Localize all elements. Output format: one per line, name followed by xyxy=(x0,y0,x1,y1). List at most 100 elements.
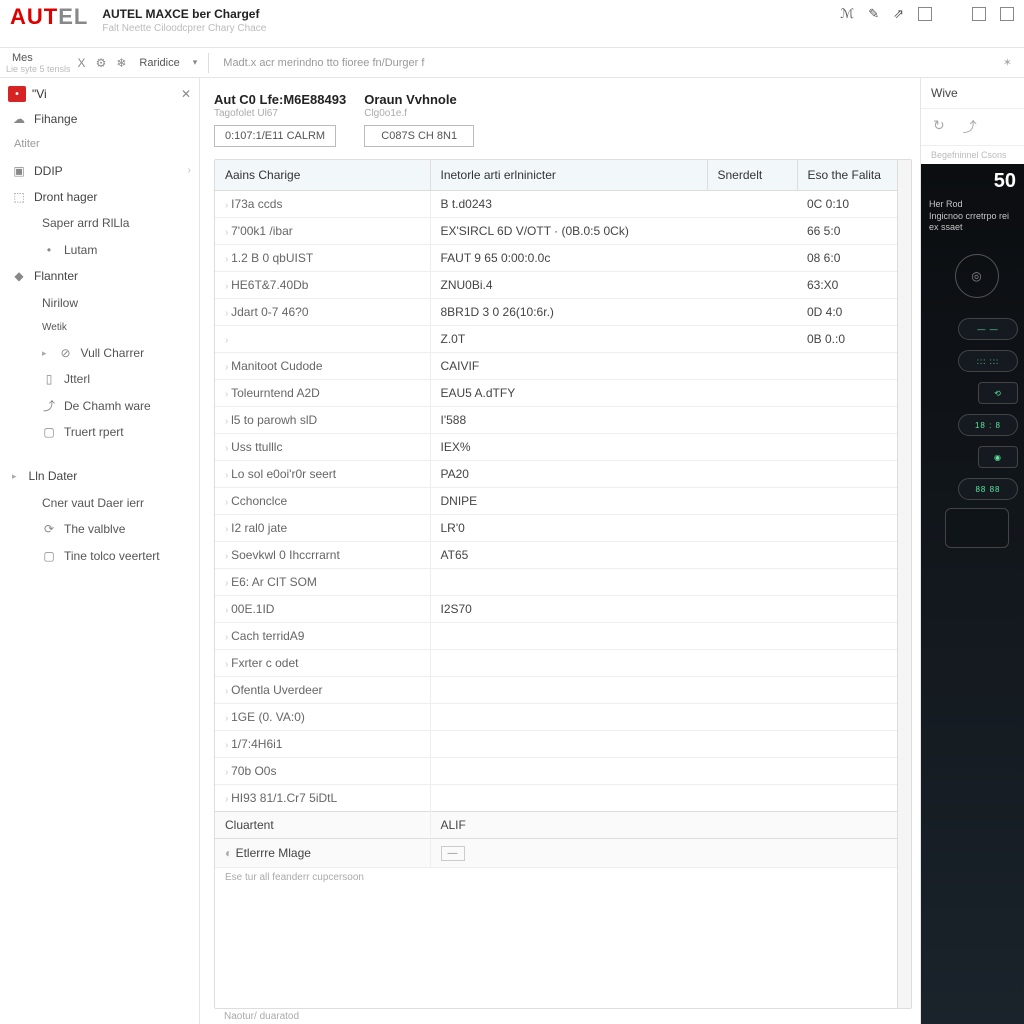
tool-gear-icon[interactable]: ⚙ xyxy=(93,56,110,70)
table-row[interactable]: Uss ttulllcIEX% xyxy=(215,433,897,460)
cell xyxy=(707,298,797,325)
sidebar-item-icon: ☁ xyxy=(12,112,26,126)
sidebar-item-icon: • xyxy=(42,243,56,257)
device-value: 50 xyxy=(929,170,1024,193)
tool-x-icon[interactable]: X xyxy=(75,56,89,70)
col-header[interactable]: Eso the Falita xyxy=(797,160,897,191)
table-row[interactable]: Manitoot CudodeCAIVIF xyxy=(215,352,897,379)
table-row[interactable]: Fxrter c odet xyxy=(215,649,897,676)
table-scrollbar[interactable] xyxy=(897,160,911,1008)
signal-icon[interactable]: ⇗ xyxy=(893,6,904,22)
col-header[interactable]: Inetorle arti erlninicter xyxy=(430,160,707,191)
table-row[interactable]: E6: Ar CIT SOM xyxy=(215,568,897,595)
cell: IEX% xyxy=(430,433,707,460)
cell xyxy=(707,487,797,514)
right-panel-title: Wive xyxy=(921,78,1024,109)
device-button-5[interactable]: ◉ xyxy=(978,446,1018,468)
cell: 0D 4:0 xyxy=(797,298,897,325)
footer-icon: ◐ xyxy=(225,846,236,860)
window-restore-button[interactable] xyxy=(972,7,986,21)
window-title: AUTEL MAXCE ber Chargef xyxy=(102,6,840,22)
title-bar: AUTEL AUTEL MAXCE ber Chargef Falt Neett… xyxy=(0,0,1024,48)
table-row[interactable]: I2 ral0 jateLR'0 xyxy=(215,514,897,541)
cell xyxy=(215,325,430,352)
sidebar-item-5: •Lutam xyxy=(0,237,199,263)
table-row[interactable]: Ofentla Uverdeer xyxy=(215,676,897,703)
sidebar-item-label: Saper arrd RlLla xyxy=(42,216,129,230)
window-close-button[interactable] xyxy=(1000,7,1014,21)
col-header[interactable]: Aains Charige xyxy=(215,160,430,191)
cell: I2S70 xyxy=(430,595,707,622)
table-row[interactable]: 1GE (0. VA:0) xyxy=(215,703,897,730)
device-button-4[interactable]: 18 : 8 xyxy=(958,414,1018,436)
table-row[interactable]: HI93 81/1.Cr7 5iDtL xyxy=(215,784,897,811)
sidebar-item-3[interactable]: ⬚Dront hager xyxy=(0,184,199,210)
footer-label: Cluartent xyxy=(215,811,430,838)
card-button[interactable]: C087S CH 8N1 xyxy=(364,125,474,147)
table-row[interactable]: CchonclceDNIPE xyxy=(215,487,897,514)
table-row[interactable]: 1.2 B 0 qbUISTFAUT 9 65 0:00:0.0c08 6:0 xyxy=(215,244,897,271)
device-knob[interactable] xyxy=(945,508,1009,548)
sidebar-item-11[interactable]: ⤴De Chamh ware xyxy=(0,393,199,419)
cell xyxy=(797,676,897,703)
table-row[interactable]: HE6T&7.40DbZNU0Bi.463:X0 xyxy=(215,271,897,298)
card-title: Aut C0 Lfe:M6E88493 xyxy=(214,92,346,108)
cell xyxy=(430,784,707,811)
device-preview: 50 Her Rod Ingicnoo crretrpo rei ex ssae… xyxy=(921,164,1024,1024)
cell xyxy=(797,757,897,784)
cell: Lo sol e0oi'r0r seert xyxy=(215,460,430,487)
cell: Soevkwl 0 Ihccrrarnt xyxy=(215,541,430,568)
card-button[interactable]: 0:107:1/E11 CALRM xyxy=(214,125,336,147)
sidebar-item-icon: ⊘ xyxy=(59,346,73,360)
chevron-down-icon[interactable]: ▾ xyxy=(190,57,201,68)
device-button-6[interactable]: 88 88 xyxy=(958,478,1018,500)
sidebar-item-9[interactable]: ▸⊘Vull Charrer xyxy=(0,340,199,366)
share-icon[interactable]: ⤴ xyxy=(963,117,977,137)
sidebar-item-label: Vull Charrer xyxy=(81,346,145,360)
cell xyxy=(797,379,897,406)
sidebar-item-0[interactable]: ☁Fihange xyxy=(0,106,199,132)
script-icon[interactable]: ℳ xyxy=(840,6,854,22)
device-button-1[interactable]: — — xyxy=(958,318,1018,340)
sidebar-item-2[interactable]: ▣DDIP› xyxy=(0,158,199,184)
tool-snow-icon[interactable]: ❄ xyxy=(113,56,129,70)
cell: AT65 xyxy=(430,541,707,568)
cell xyxy=(430,757,707,784)
table-row[interactable]: 1/7:4H6i1 xyxy=(215,730,897,757)
table-row[interactable]: Soevkwl 0 IhccrrarntAT65 xyxy=(215,541,897,568)
table-row[interactable]: 00E.1IDI2S70 xyxy=(215,595,897,622)
sidebar-item-15[interactable]: ⟳The valblve xyxy=(0,516,199,542)
table-row[interactable]: Lo sol e0oi'r0r seertPA20 xyxy=(215,460,897,487)
star-icon[interactable]: ✶ xyxy=(1003,56,1018,69)
sidebar-close-icon[interactable]: ✕ xyxy=(181,87,191,101)
cell xyxy=(707,406,797,433)
table-row[interactable]: Jdart 0-7 46?08BR1D 3 0 26(10:6r.)0D 4:0 xyxy=(215,298,897,325)
sidebar-item-16[interactable]: ▢Tine tolco veertert xyxy=(0,543,199,569)
edit-icon[interactable]: ✎ xyxy=(868,6,879,22)
table-row[interactable]: Toleurntend A2DEAU5 A.dTFY xyxy=(215,379,897,406)
table-row[interactable]: Z.0T0B 0.:0 xyxy=(215,325,897,352)
table-row[interactable]: I73a ccdsB t.d02430C 0:10 xyxy=(215,190,897,217)
header-card-0: Aut C0 Lfe:M6E88493Tagofolet Ul670:107:1… xyxy=(214,92,346,147)
cell: B t.d0243 xyxy=(430,190,707,217)
col-header[interactable]: Snerdelt xyxy=(707,160,797,191)
table-row[interactable]: Cach terridA9 xyxy=(215,622,897,649)
cell: Uss ttulllc xyxy=(215,433,430,460)
table-row[interactable]: 70b O0s xyxy=(215,757,897,784)
refresh-icon[interactable]: ↻ xyxy=(933,117,945,137)
cell: 66 5:0 xyxy=(797,217,897,244)
device-button-2[interactable]: ::: ::: xyxy=(958,350,1018,372)
window-min-button[interactable] xyxy=(918,7,932,21)
menu-mes[interactable]: Mes xyxy=(6,52,71,64)
device-button-3[interactable]: ⟲ xyxy=(978,382,1018,404)
sidebar-item-10[interactable]: ▯Jtterl xyxy=(0,366,199,392)
sidebar-item-6[interactable]: ◆Flannter xyxy=(0,263,199,289)
sidebar-item-12[interactable]: ▢Truert rpert xyxy=(0,419,199,445)
cell xyxy=(797,541,897,568)
table-row[interactable]: l5 to parowh slDI'588 xyxy=(215,406,897,433)
cell: 7'00k1 /ibar xyxy=(215,217,430,244)
cell xyxy=(707,757,797,784)
table-row[interactable]: 7'00k1 /ibarEX'SIRCL 6D V/OTT · (0B.0:5 … xyxy=(215,217,897,244)
footer-box[interactable]: — xyxy=(441,846,465,861)
menu-raridice[interactable]: Raridice xyxy=(133,57,185,69)
